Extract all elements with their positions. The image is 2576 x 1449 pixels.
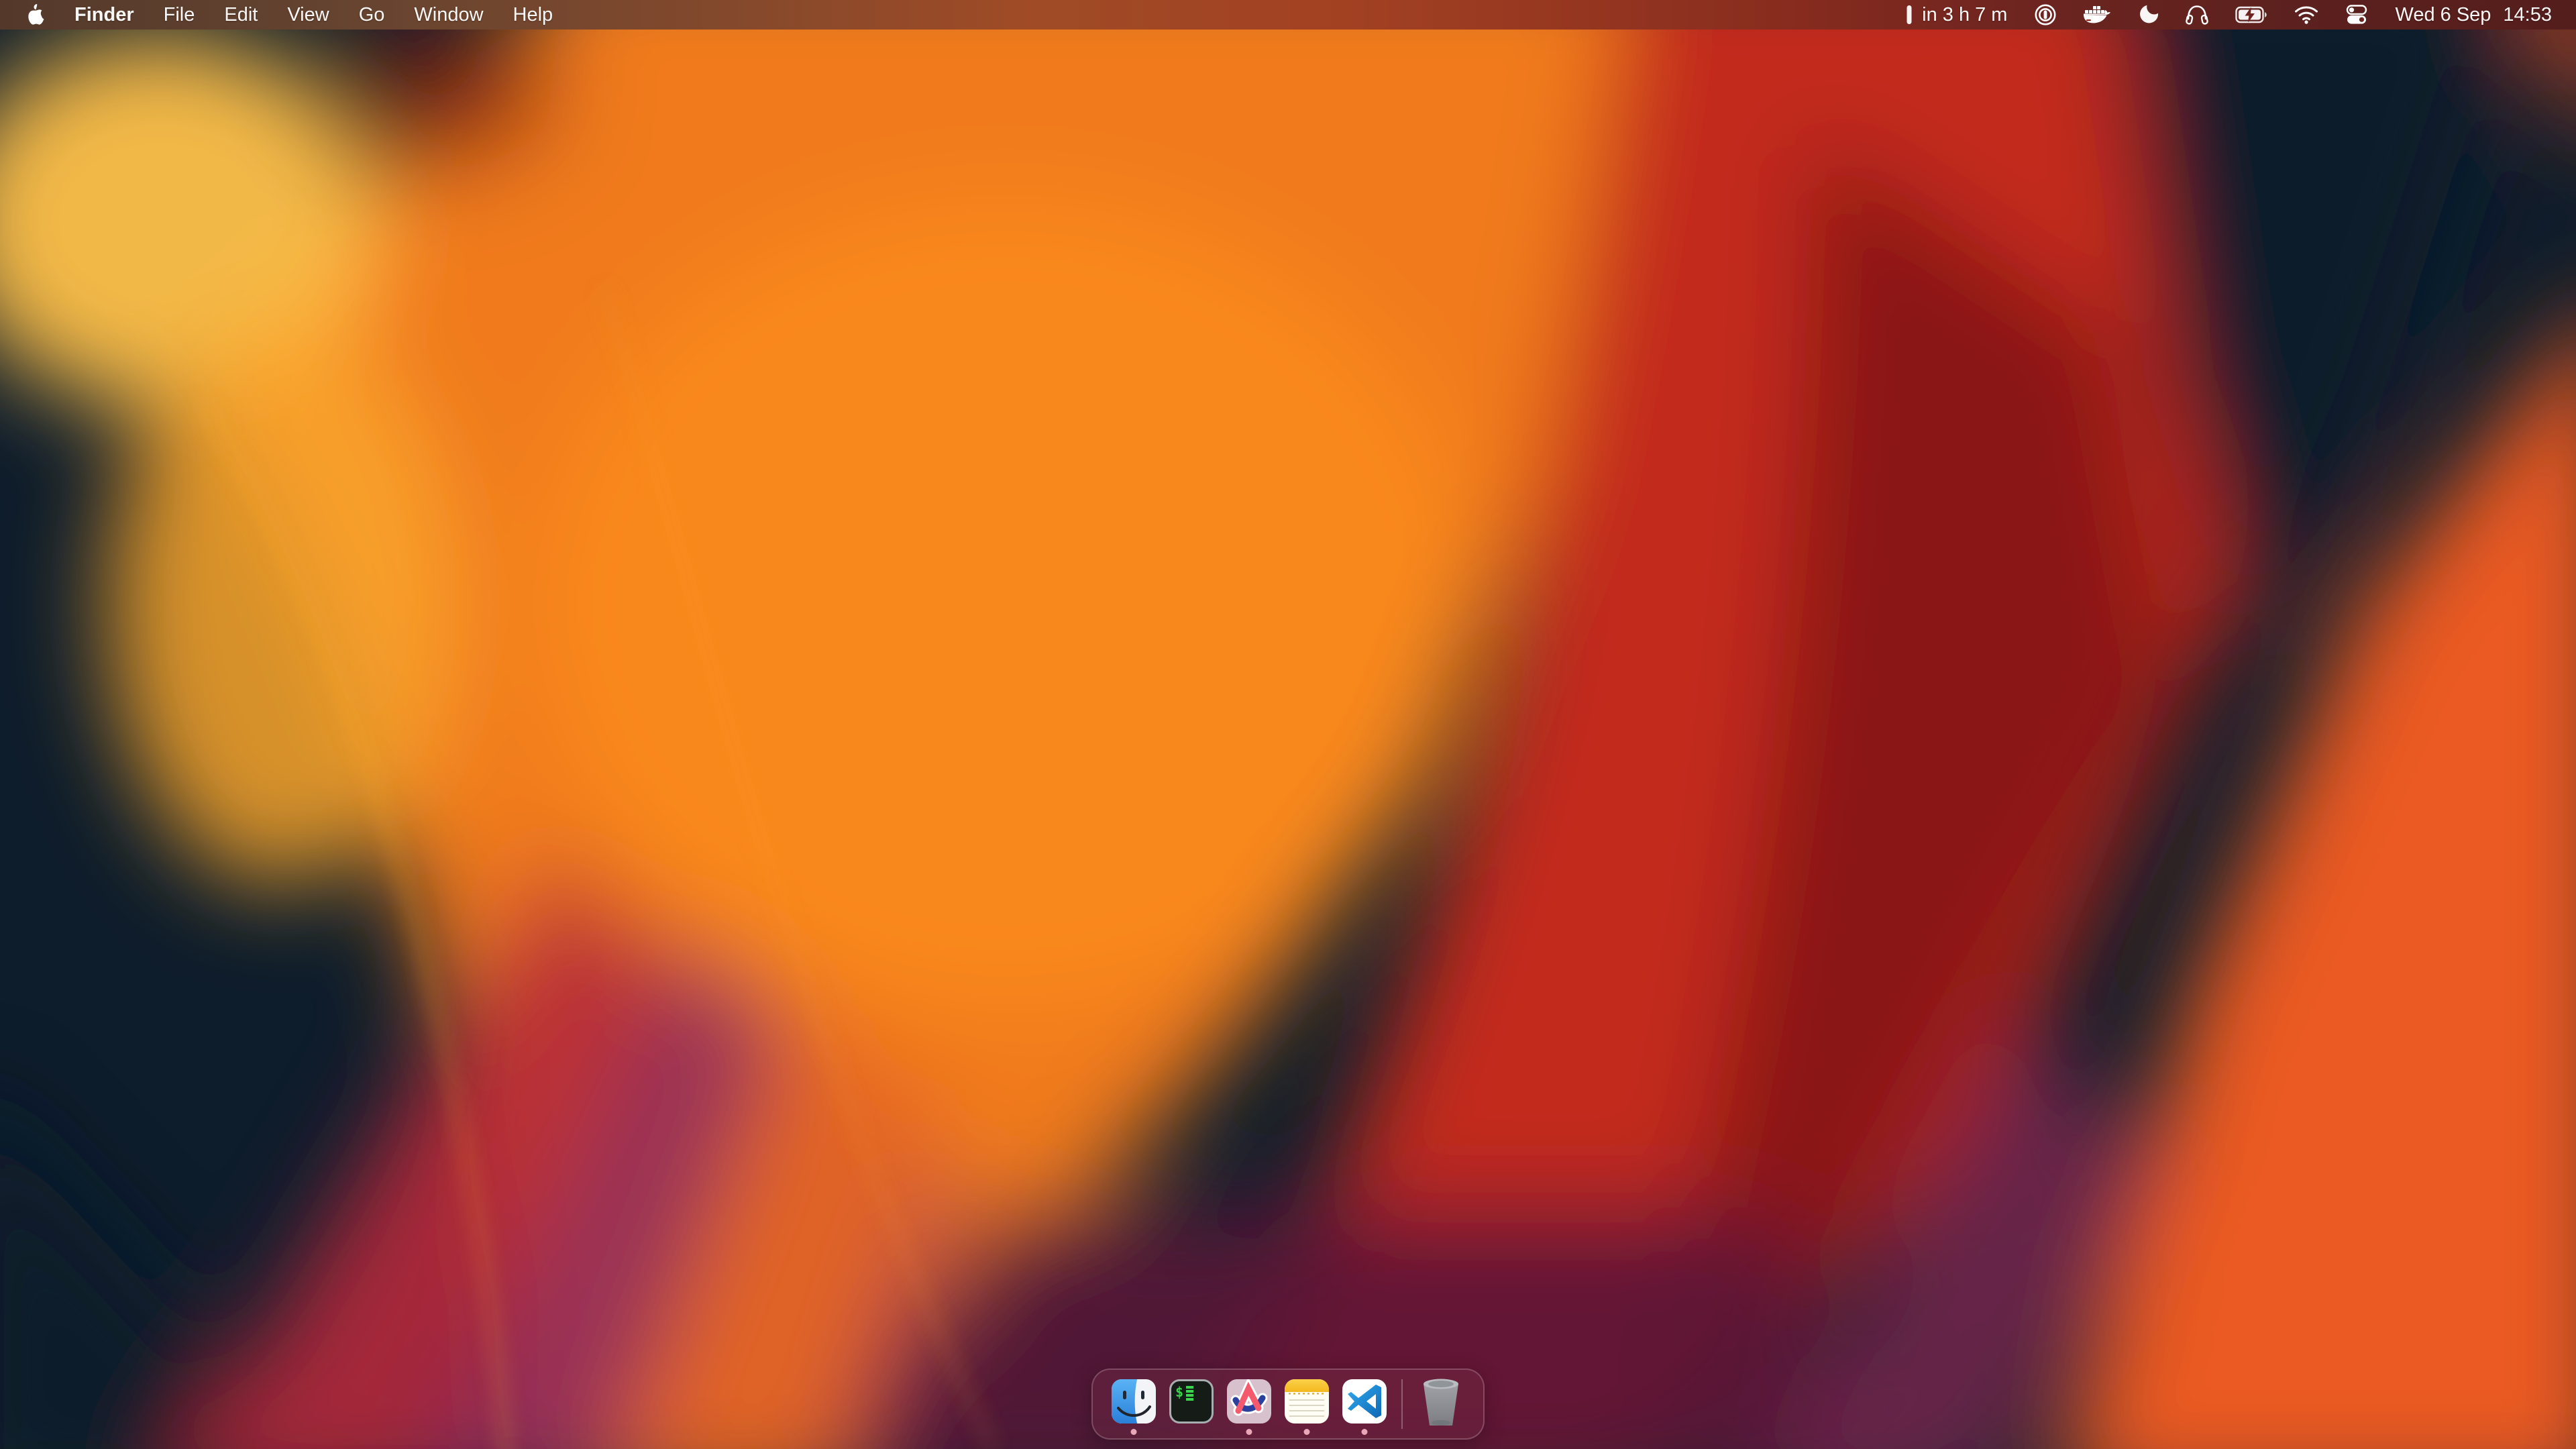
headphones-icon[interactable] bbox=[2186, 4, 2208, 25]
dock-item-arc[interactable] bbox=[1220, 1370, 1278, 1438]
timer-bar-icon[interactable] bbox=[1906, 5, 1913, 25]
dock-item-vscode[interactable] bbox=[1336, 1370, 1393, 1438]
menu-edit[interactable]: Edit bbox=[224, 4, 258, 26]
menu-window[interactable]: Window bbox=[414, 4, 483, 26]
menu-view[interactable]: View bbox=[287, 4, 329, 26]
dock-item-trash[interactable] bbox=[1411, 1370, 1471, 1438]
running-indicator bbox=[1304, 1429, 1310, 1435]
running-indicator bbox=[1246, 1429, 1252, 1435]
control-center-icon[interactable] bbox=[2345, 4, 2368, 25]
desktop: Finder File Edit View Go Window Help in … bbox=[0, 0, 2576, 1449]
1password-icon[interactable] bbox=[2034, 3, 2057, 26]
finder-icon bbox=[1112, 1379, 1156, 1424]
menu-file[interactable]: File bbox=[164, 4, 195, 26]
wifi-icon[interactable] bbox=[2294, 5, 2318, 24]
menubar-time: 14:53 bbox=[2503, 4, 2552, 26]
svg-text:$: $ bbox=[1175, 1384, 1183, 1400]
menubar-clock[interactable]: Wed 6 Sep 14:53 bbox=[2395, 4, 2552, 26]
dock-item-finder[interactable] bbox=[1105, 1370, 1163, 1438]
vscode-icon bbox=[1342, 1379, 1387, 1424]
dock: $ bbox=[1091, 1368, 1485, 1440]
menu-bar: Finder File Edit View Go Window Help in … bbox=[0, 0, 2576, 30]
arc-browser-icon bbox=[1227, 1379, 1271, 1424]
app-menu-finder[interactable]: Finder bbox=[74, 4, 134, 26]
dock-separator bbox=[1401, 1379, 1403, 1429]
menu-go[interactable]: Go bbox=[359, 4, 385, 26]
running-indicator bbox=[1362, 1429, 1368, 1435]
battery-charging-icon[interactable] bbox=[2235, 6, 2267, 23]
wallpaper bbox=[0, 0, 2576, 1449]
terminal-icon: $ bbox=[1169, 1379, 1214, 1424]
running-indicator bbox=[1131, 1429, 1137, 1435]
menubar-date: Wed 6 Sep bbox=[2395, 4, 2491, 26]
docker-icon[interactable] bbox=[2084, 4, 2110, 25]
timer-countdown-text[interactable]: in 3 h 7 m bbox=[1922, 4, 2007, 26]
dock-item-terminal[interactable]: $ bbox=[1163, 1370, 1220, 1438]
dock-item-notes[interactable] bbox=[1278, 1370, 1336, 1438]
notes-icon bbox=[1285, 1379, 1329, 1424]
focus-moon-icon[interactable] bbox=[2137, 4, 2159, 25]
menu-help[interactable]: Help bbox=[513, 4, 553, 26]
apple-logo-icon[interactable] bbox=[27, 4, 45, 25]
trash-icon bbox=[1419, 1377, 1463, 1428]
